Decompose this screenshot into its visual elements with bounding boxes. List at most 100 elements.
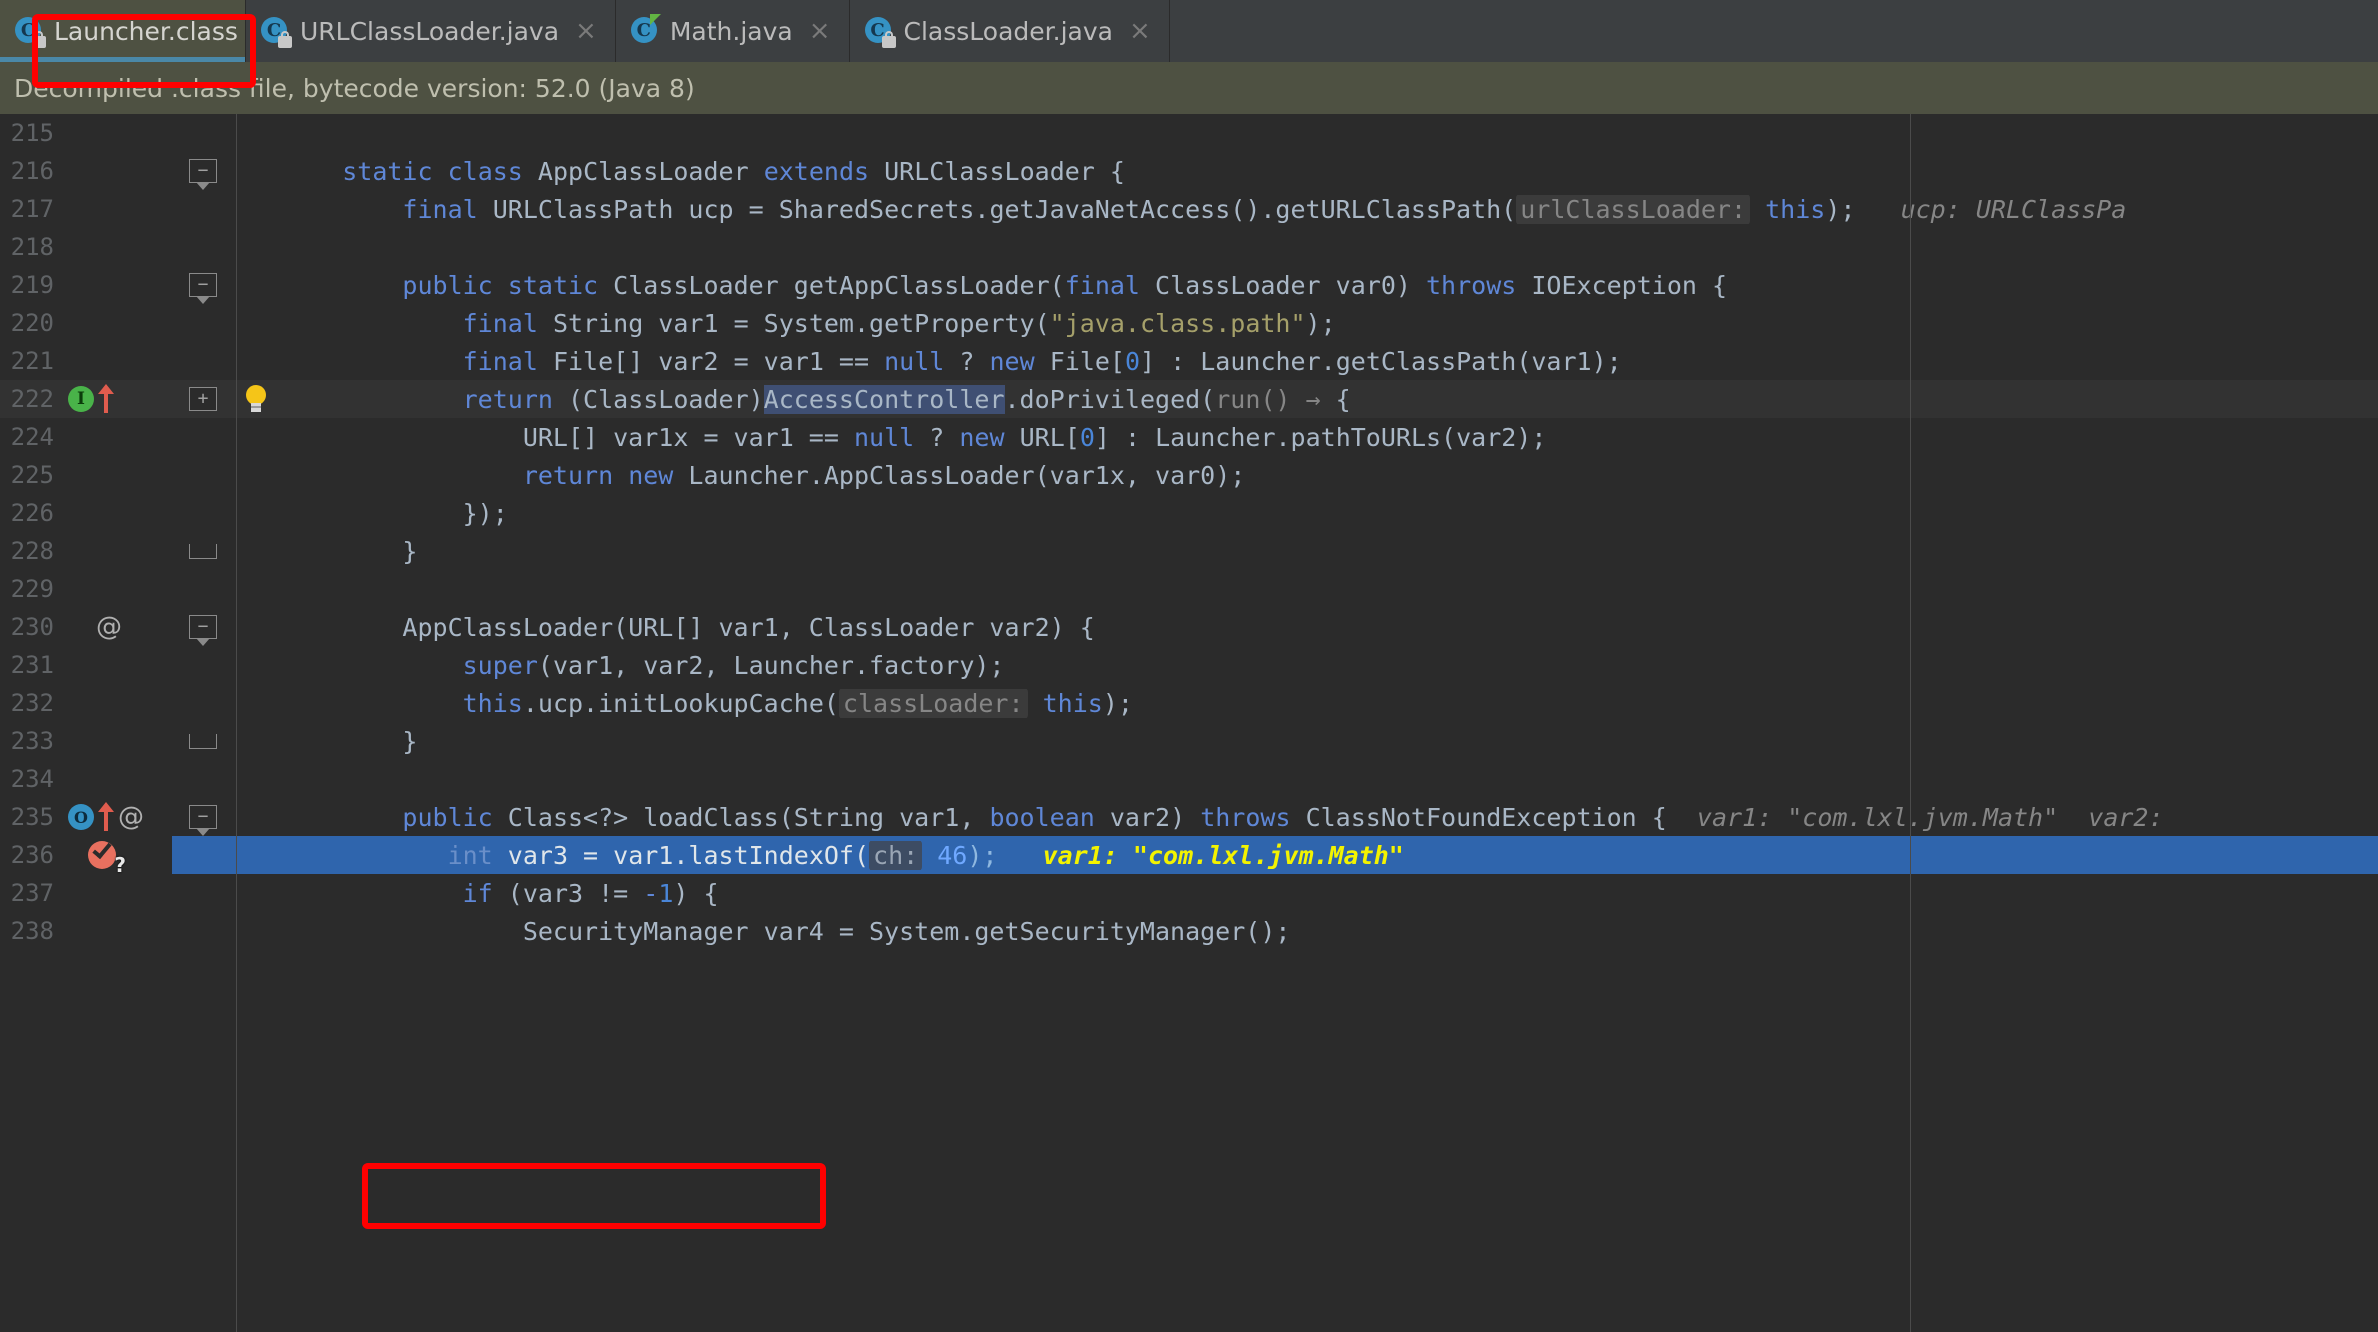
code-line[interactable]: 233 } (0, 722, 2378, 760)
tab-urlclassloader-java[interactable]: C URLClassLoader.java × (246, 0, 616, 62)
ident: AppClassLoader(URL[] var1, ClassLoader v… (402, 612, 1095, 642)
line-number: 226 (10, 499, 54, 527)
code-content: }); (278, 499, 2378, 528)
lambda-hint: run() (1215, 384, 1291, 414)
gutter-icons[interactable]: ? (62, 836, 172, 875)
ident: }); (462, 498, 508, 528)
debug-value-hint: var1: "com.lxl.jvm.Math" (1696, 802, 2059, 832)
code-line[interactable]: 217 final URLClassPath ucp = SharedSecre… (0, 190, 2378, 228)
tab-classloader-java[interactable]: C ClassLoader.java × (849, 0, 1170, 62)
fold-region[interactable]: − (172, 615, 234, 646)
expand-icon[interactable]: + (189, 387, 217, 411)
indent-guide (236, 114, 237, 1332)
kw: new (959, 422, 1005, 452)
code-editor[interactable]: 215 216 − static class AppClassLoader ex… (0, 114, 2378, 1332)
ident: { (1335, 384, 1351, 414)
code-line[interactable]: 226 }); (0, 494, 2378, 532)
ident: Launcher.AppClassLoader(var1x, var0); (688, 460, 1246, 490)
line-number: 238 (10, 917, 54, 945)
fold-region[interactable]: + (172, 387, 234, 411)
code-content: final String var1 = System.getProperty("… (278, 309, 2378, 338)
line-number: 228 (10, 537, 54, 565)
ident: SecurityManager var4 = System.getSecurit… (522, 916, 1291, 946)
ident: .ucp.initLookupCache( (522, 688, 839, 718)
gutter-icons[interactable]: @ (62, 614, 172, 640)
code-line[interactable]: 221 final File[] var2 = var1 == null ? n… (0, 342, 2378, 380)
tab-math-java[interactable]: C Math.java × (615, 0, 850, 62)
collapse-icon[interactable]: − (189, 615, 217, 646)
tab-label: Launcher.class (54, 16, 238, 46)
code-content: super(var1, var2, Launcher.factory); (278, 651, 2378, 680)
annotation-marker-icon[interactable]: @ (96, 614, 122, 640)
close-icon[interactable]: × (1129, 18, 1151, 44)
fold-region[interactable]: − (172, 805, 234, 836)
line-number: 231 (10, 651, 54, 679)
code-line[interactable]: 229 (0, 570, 2378, 608)
ident: File[ (1049, 346, 1125, 376)
ident: URL[ (1019, 422, 1080, 452)
lightbulb-intention-icon[interactable] (242, 384, 270, 414)
close-icon[interactable]: × (575, 18, 597, 44)
decompiled-class-banner: Decompiled .class file, bytecode version… (0, 62, 2378, 114)
code-line-executing[interactable]: 236 ? int var3 = var1.lastIndexOf(ch: 46… (0, 836, 2378, 875)
code-content: this.ucp.initLookupCache(classLoader: th… (278, 688, 2378, 718)
code-line[interactable]: 232 this.ucp.initLookupCache(classLoader… (0, 684, 2378, 722)
number-literal: 46 (937, 840, 968, 870)
java-class-locked-icon: C (14, 16, 46, 48)
annotation-marker-icon[interactable]: @ (118, 804, 144, 830)
ident: String var1 = System.getProperty( (552, 308, 1050, 338)
line-number: 233 (10, 727, 54, 755)
code-line[interactable]: 219 − public static ClassLoader getAppCl… (0, 266, 2378, 304)
code-line[interactable]: 225 return new Launcher.AppClassLoader(v… (0, 456, 2378, 494)
code-line[interactable]: 215 (0, 114, 2378, 152)
tab-launcher-class[interactable]: C Launcher.class × (0, 0, 276, 62)
line-number: 224 (10, 423, 54, 451)
inlay-hint[interactable]: classLoader: (838, 688, 1028, 718)
collapse-icon[interactable]: − (189, 805, 217, 836)
fold-end-icon[interactable] (189, 543, 217, 559)
number-literal: 0 (1124, 346, 1141, 376)
collapse-icon[interactable]: − (189, 159, 217, 190)
collapse-icon[interactable]: − (189, 273, 217, 304)
inlay-hint[interactable]: ch: (869, 840, 923, 870)
fold-region[interactable] (172, 733, 234, 749)
code-content: return (ClassLoader)AccessController.doP… (278, 384, 2378, 414)
ident: ClassLoader getAppClassLoader( (613, 270, 1065, 300)
code-line[interactable]: 220 final String var1 = System.getProper… (0, 304, 2378, 342)
code-line[interactable]: 238 SecurityManager var4 = System.getSec… (0, 912, 2378, 950)
line-number: 221 (10, 347, 54, 375)
fold-region[interactable] (172, 543, 234, 559)
breakpoint-verified-icon[interactable]: ? (88, 838, 126, 875)
code-line[interactable]: 224 URL[] var1x = var1 == null ? new URL… (0, 418, 2378, 456)
ident: IOException { (1531, 270, 1728, 300)
ident: URLClassLoader { (884, 156, 1125, 186)
gutter-icons[interactable]: I (62, 384, 172, 414)
indent-guide (1910, 114, 1911, 1332)
line-number: 220 (10, 309, 54, 337)
fold-end-icon[interactable] (189, 733, 217, 749)
code-line[interactable]: 218 (0, 228, 2378, 266)
code-line[interactable]: 231 super(var1, var2, Launcher.factory); (0, 646, 2378, 684)
close-icon[interactable]: × (809, 18, 831, 44)
kw: throws (1200, 802, 1291, 832)
kw: int (447, 840, 493, 870)
code-line[interactable]: 222 I + return (ClassLoader)AccessContro… (0, 380, 2378, 418)
implemented-method-icon[interactable]: I (68, 386, 94, 412)
ident: (ClassLoader) (568, 384, 764, 414)
code-line[interactable]: 234 (0, 760, 2378, 798)
kw: this (462, 688, 523, 718)
hint-slot[interactable] (234, 384, 278, 414)
arrow-icon: → (1305, 384, 1321, 414)
fold-region[interactable]: − (172, 273, 234, 304)
gutter-icons[interactable]: O @ (62, 802, 172, 832)
ident: ); (1102, 688, 1133, 718)
code-line[interactable]: 237 if (var3 != -1) { (0, 874, 2378, 912)
code-line[interactable]: 216 − static class AppClassLoader extend… (0, 152, 2378, 190)
inlay-hint[interactable]: urlClassLoader: (1516, 194, 1751, 224)
code-line[interactable]: 235 O @ − public Class<?> loadClass(Stri… (0, 798, 2378, 836)
code-line[interactable]: 228 } (0, 532, 2378, 570)
fold-region[interactable]: − (172, 159, 234, 190)
overriding-method-icon[interactable]: O (68, 804, 94, 830)
ident: ? (959, 346, 975, 376)
code-line[interactable]: 230 @ − AppClassLoader(URL[] var1, Class… (0, 608, 2378, 646)
